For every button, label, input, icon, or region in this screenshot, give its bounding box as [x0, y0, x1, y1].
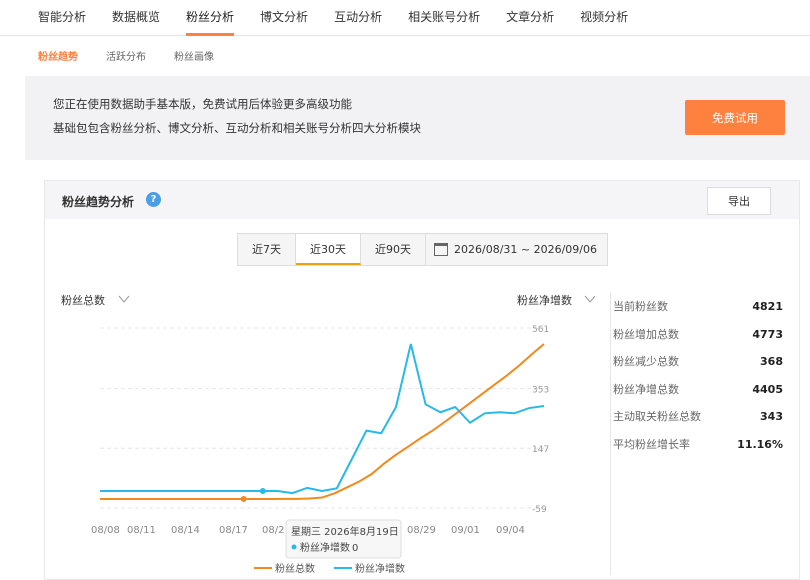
fan-trend-chart: 粉丝总数 粉丝净增数 561 353 147 -59 08/08 08/11 08/14 0… — [61, 293, 596, 575]
calendar-icon — [434, 243, 448, 256]
legend-label: 粉丝净增数 — [355, 562, 405, 575]
nav-post-analysis[interactable]: 博文分析 — [260, 0, 308, 36]
upgrade-banner: 您正在使用数据助手基本版，免费试用后体验更多高级功能 基础包包含粉丝分析、博文分… — [25, 76, 810, 160]
nav-article-analysis[interactable]: 文章分析 — [506, 0, 554, 36]
stat-label: 平均粉丝增长率 — [613, 437, 690, 451]
stat-value: 368 — [760, 355, 783, 368]
nav-data-overview[interactable]: 数据概览 — [112, 0, 160, 36]
legend-label: 粉丝总数 — [275, 562, 315, 575]
stat-row: 主动取关粉丝总数 343 — [613, 403, 783, 431]
right-axis-label[interactable]: 粉丝净增数 — [517, 293, 572, 307]
tab-90-days[interactable]: 近90天 — [361, 234, 426, 265]
panel-title: 粉丝趋势分析 — [62, 195, 135, 209]
nav-related-accounts[interactable]: 相关账号分析 — [408, 0, 480, 36]
stat-row: 粉丝增加总数 4773 — [613, 321, 783, 349]
stat-row: 粉丝净增总数 4405 — [613, 376, 783, 404]
top-navigation: 智能分析 数据概览 粉丝分析 博文分析 互动分析 相关账号分析 文章分析 视频分… — [0, 0, 810, 36]
y-tick-label: -59 — [532, 505, 547, 515]
stat-value: 343 — [760, 410, 783, 423]
left-axis-label[interactable]: 粉丝总数 — [61, 293, 105, 307]
stats-summary: 当前粉丝数 4821 粉丝增加总数 4773 粉丝减少总数 368 粉丝净增总数 440… — [613, 293, 783, 458]
x-tick-label: 08/17 — [219, 525, 248, 536]
stat-value: 4405 — [752, 382, 783, 396]
y-tick-label: 147 — [532, 445, 549, 455]
chart-lines — [100, 343, 545, 502]
export-button[interactable]: 导出 — [707, 187, 771, 215]
stat-value: 11.16% — [737, 437, 783, 451]
banner-text-line2: 基础包包含粉丝分析、博文分析、互动分析和相关账号分析四大分析模块 — [53, 121, 421, 135]
stat-value: 4821 — [752, 300, 783, 313]
x-tick-label: 08/2 — [262, 525, 284, 536]
nav-video-analysis[interactable]: 视频分析 — [580, 0, 628, 36]
date-range-text: 2026/08/31 ~ 2026/09/06 — [454, 243, 598, 256]
y-tick-label: 561 — [532, 325, 549, 335]
x-tick-label: 08/08 — [91, 525, 120, 536]
nav-fan-analysis[interactable]: 粉丝分析 — [186, 0, 235, 36]
chart-legend: 粉丝总数 粉丝净增数 — [254, 562, 405, 575]
tab-7-days[interactable]: 近7天 — [238, 234, 296, 265]
tab-30-days[interactable]: 近30天 — [296, 234, 361, 265]
y-axis-ticks: 561 353 147 -59 — [532, 325, 549, 515]
subtab-active-distribution[interactable]: 活跃分布 — [106, 48, 146, 63]
subtab-fan-profile[interactable]: 粉丝画像 — [174, 48, 214, 63]
total-fans-line — [100, 343, 545, 500]
stats-divider — [610, 293, 611, 575]
subtab-fan-trend[interactable]: 粉丝趋势 — [38, 48, 78, 63]
tooltip-series-label: 粉丝净增数 — [300, 541, 350, 554]
tooltip-value: 0 — [352, 543, 358, 554]
hover-point-total — [240, 496, 247, 502]
stat-value: 4773 — [752, 327, 783, 341]
tooltip-date: 星期三 2026年8月19日 — [291, 525, 399, 538]
chevron-down-icon[interactable] — [584, 295, 596, 303]
x-tick-label: 08/14 — [171, 525, 200, 536]
chevron-down-icon[interactable] — [118, 295, 130, 303]
stat-label: 当前粉丝数 — [613, 300, 668, 313]
free-trial-button[interactable]: 免费试用 — [685, 100, 785, 135]
date-range-picker[interactable]: 2026/08/31 ~ 2026/09/06 — [426, 234, 608, 265]
banner-text-line1: 您正在使用数据助手基本版，免费试用后体验更多高级功能 — [53, 97, 352, 111]
nav-smart-analysis[interactable]: 智能分析 — [38, 0, 86, 36]
stat-label: 粉丝增加总数 — [613, 327, 679, 341]
stat-row: 粉丝减少总数 368 — [613, 348, 783, 376]
date-range-selector: 近7天 近30天 近90天 2026/08/31 ~ 2026/09/06 — [237, 233, 609, 266]
chart-tooltip: 星期三 2026年8月19日 粉丝净增数 0 — [285, 519, 402, 559]
x-tick-label: 08/29 — [407, 525, 436, 536]
help-icon[interactable]: ? — [146, 192, 161, 207]
net-fans-line — [100, 343, 545, 495]
stat-label: 粉丝减少总数 — [613, 355, 679, 368]
y-tick-label: 353 — [532, 385, 549, 395]
stat-row: 平均粉丝增长率 11.16% — [613, 431, 783, 459]
x-tick-label: 09/01 — [451, 525, 480, 536]
nav-interaction-analysis[interactable]: 互动分析 — [334, 0, 382, 36]
stat-label: 主动取关粉丝总数 — [613, 410, 701, 423]
sub-navigation: 粉丝趋势 活跃分布 粉丝画像 — [0, 36, 810, 74]
x-tick-label: 08/11 — [127, 525, 156, 536]
x-tick-label: 09/04 — [496, 525, 525, 536]
tooltip-series-dot — [291, 544, 297, 550]
stat-row: 当前粉丝数 4821 — [613, 293, 783, 321]
panel-header: 粉丝趋势分析 ? 导出 — [45, 181, 799, 219]
hover-point-net — [259, 488, 266, 494]
stat-label: 粉丝净增总数 — [613, 382, 679, 396]
